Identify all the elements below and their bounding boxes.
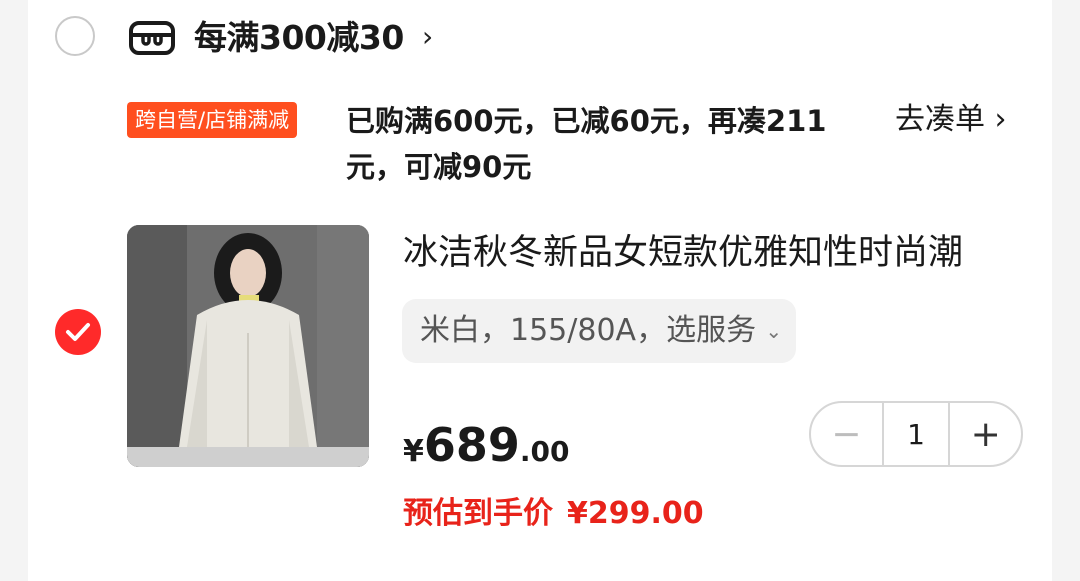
promo-description: 已购满600元，已减60元，再凑211元，可减90元: [346, 104, 827, 184]
promo-tag: 跨自营/店铺满减: [127, 102, 298, 138]
chevron-down-icon: ⌄: [765, 319, 783, 343]
shop-promo-title[interactable]: 每满300减30: [194, 16, 404, 60]
shop-select-radio[interactable]: [55, 16, 95, 56]
estimated-price-value: ¥299.00: [567, 496, 704, 531]
check-icon: [66, 323, 90, 341]
product-image[interactable]: [127, 225, 369, 467]
go-add-items-link[interactable]: 去凑单 ›: [895, 98, 1007, 142]
quantity-stepper: − 1 +: [809, 401, 1023, 467]
sku-selector[interactable]: 米白，155/80A，选服务 ⌄: [402, 299, 797, 363]
quantity-value[interactable]: 1: [881, 403, 951, 465]
product-title[interactable]: 冰洁秋冬新品女短款优雅知性时尚潮: [403, 228, 1023, 278]
decrease-quantity-button[interactable]: −: [811, 403, 882, 465]
item-select-checkbox[interactable]: [55, 309, 101, 355]
estimated-price: 预估到手价 ¥299.00: [403, 492, 704, 536]
sku-text: 米白，155/80A，选服务: [420, 313, 757, 348]
product-price: ¥689.00: [403, 415, 570, 486]
price-currency: ¥: [403, 434, 424, 469]
increase-quantity-button[interactable]: +: [950, 403, 1021, 465]
price-integer: 689: [423, 418, 520, 472]
chevron-right-icon[interactable]: ›: [422, 20, 433, 54]
estimated-price-label: 预估到手价: [403, 496, 553, 531]
product-photo: [127, 225, 369, 467]
price-decimal: .00: [519, 435, 570, 468]
store-icon: [129, 21, 175, 55]
